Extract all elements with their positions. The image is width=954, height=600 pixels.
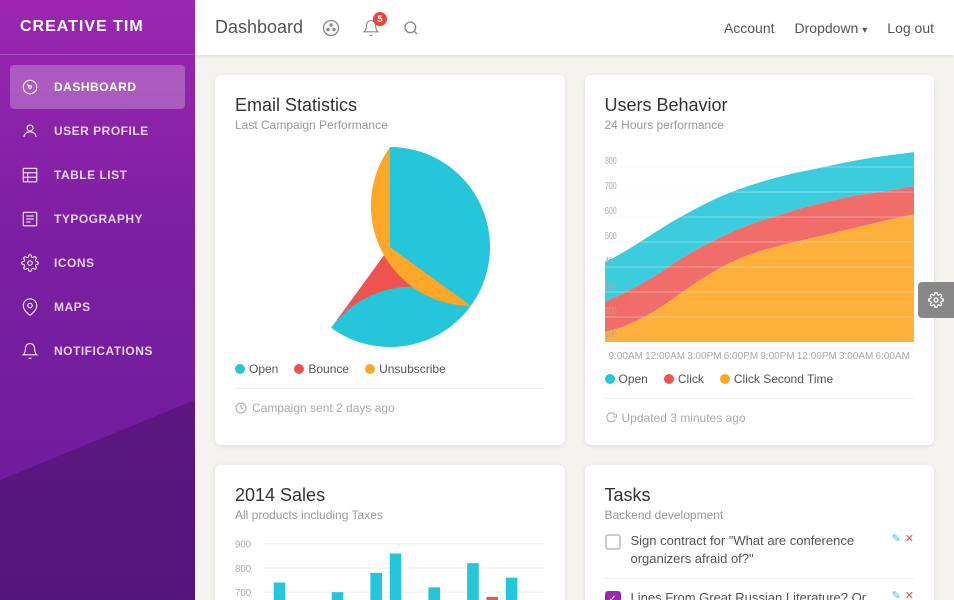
sidebar-item-notifications[interactable]: Notifications bbox=[0, 329, 195, 373]
sales-title: 2014 Sales bbox=[235, 485, 545, 506]
unsubscribe-dot bbox=[365, 364, 375, 374]
svg-text:600: 600 bbox=[605, 205, 617, 217]
bounce-dot bbox=[294, 364, 304, 374]
task-1-edit-button[interactable]: ✎ bbox=[892, 532, 901, 545]
svg-text:700: 700 bbox=[605, 180, 617, 192]
users-behavior-footer: Updated 3 minutes ago bbox=[605, 398, 915, 425]
svg-text:500: 500 bbox=[605, 230, 617, 242]
click-second-dot bbox=[720, 374, 730, 384]
pie-chart bbox=[235, 147, 545, 347]
task-item-2: Lines From Great Russian Literature? Or … bbox=[605, 579, 915, 600]
topbar-right: Account Dropdown ▾ Log out bbox=[724, 20, 934, 36]
content-row-2: 2014 Sales All products including Taxes … bbox=[215, 465, 934, 600]
users-behavior-subtitle: 24 Hours performance bbox=[605, 118, 915, 132]
email-stats-subtitle: Last Campaign Performance bbox=[235, 118, 545, 132]
page-title: Dashboard bbox=[215, 17, 303, 38]
task-1-text: Sign contract for "What are conference o… bbox=[631, 532, 882, 568]
legend-open-area: Open bbox=[605, 372, 648, 386]
tasks-card: Tasks Backend development Sign contract … bbox=[585, 465, 935, 600]
svg-text:900: 900 bbox=[235, 540, 251, 551]
palette-button[interactable] bbox=[315, 12, 347, 44]
account-link[interactable]: Account bbox=[724, 20, 775, 36]
task-2-text: Lines From Great Russian Literature? Or … bbox=[631, 589, 882, 600]
bell-icon bbox=[20, 341, 40, 361]
notification-badge: 5 bbox=[373, 12, 387, 26]
sales-card: 2014 Sales All products including Taxes … bbox=[215, 465, 565, 600]
legend-unsubscribe: Unsubscribe bbox=[365, 362, 446, 376]
content-row-1: Email Statistics Last Campaign Performan… bbox=[215, 75, 934, 445]
gear-icon bbox=[20, 253, 40, 273]
typography-icon bbox=[20, 209, 40, 229]
sidebar-item-dashboard[interactable]: Dashboard bbox=[10, 65, 185, 109]
settings-button[interactable] bbox=[918, 282, 954, 318]
sidebar-logo: CREATIVE TIM bbox=[0, 0, 195, 55]
pie-legend: Open Bounce Unsubscribe bbox=[235, 362, 545, 376]
task-2-actions: ✎ ✕ bbox=[892, 589, 914, 600]
svg-text:300: 300 bbox=[605, 280, 617, 292]
bar-chart: 900 800 700 600 bbox=[235, 532, 545, 600]
task-item-1: Sign contract for "What are conference o… bbox=[605, 522, 915, 579]
open-dot bbox=[235, 364, 245, 374]
svg-text:200: 200 bbox=[605, 305, 617, 317]
dashboard-icon bbox=[20, 77, 40, 97]
email-stats-card: Email Statistics Last Campaign Performan… bbox=[215, 75, 565, 445]
email-stats-footer: Campaign sent 2 days ago bbox=[235, 388, 545, 415]
search-button[interactable] bbox=[395, 12, 427, 44]
sidebar-item-user-profile[interactable]: User Profile bbox=[0, 109, 195, 153]
notifications-button[interactable]: 5 bbox=[355, 12, 387, 44]
main-area: Dashboard 5 Account Dropdown ▾ Log out bbox=[195, 0, 954, 600]
location-icon bbox=[20, 297, 40, 317]
legend-bounce: Bounce bbox=[294, 362, 349, 376]
sidebar-item-table-list[interactable]: Table List bbox=[0, 153, 195, 197]
task-1-checkbox[interactable] bbox=[605, 534, 621, 550]
sidebar-nav: Dashboard User Profile Table List Typogr… bbox=[0, 55, 195, 600]
x-axis-labels: 9:00AM 12:00AM 3:00PM 6:00PM 9:00PM 12:0… bbox=[605, 351, 915, 362]
task-1-actions: ✎ ✕ bbox=[892, 532, 914, 545]
click-dot bbox=[664, 374, 674, 384]
svg-text:700: 700 bbox=[235, 588, 251, 599]
task-1-delete-button[interactable]: ✕ bbox=[905, 532, 914, 545]
legend-click: Click bbox=[664, 372, 704, 386]
svg-text:800: 800 bbox=[235, 564, 251, 575]
users-behavior-card: Users Behavior 24 Hours performance bbox=[585, 75, 935, 445]
users-behavior-title: Users Behavior bbox=[605, 95, 915, 116]
svg-text:400: 400 bbox=[605, 255, 617, 267]
dropdown-arrow-icon: ▾ bbox=[862, 25, 867, 36]
open-area-dot bbox=[605, 374, 615, 384]
area-chart: 800 700 600 500 400 300 200 100 9:00AM 1… bbox=[605, 142, 915, 362]
sidebar: CREATIVE TIM Dashboard User Profile Tabl… bbox=[0, 0, 195, 600]
tasks-title: Tasks bbox=[605, 485, 915, 506]
legend-open: Open bbox=[235, 362, 278, 376]
sidebar-item-icons[interactable]: Icons bbox=[0, 241, 195, 285]
sidebar-item-typography[interactable]: Typography bbox=[0, 197, 195, 241]
email-stats-title: Email Statistics bbox=[235, 95, 545, 116]
svg-text:800: 800 bbox=[605, 155, 617, 167]
sidebar-item-maps[interactable]: Maps bbox=[0, 285, 195, 329]
sales-subtitle: All products including Taxes bbox=[235, 508, 545, 522]
dropdown-link[interactable]: Dropdown ▾ bbox=[795, 20, 868, 36]
area-legend: Open Click Click Second Time bbox=[605, 372, 915, 386]
table-icon bbox=[20, 165, 40, 185]
topbar-icons: 5 bbox=[315, 12, 427, 44]
task-2-delete-button[interactable]: ✕ bbox=[905, 589, 914, 600]
person-icon bbox=[20, 121, 40, 141]
content-area: Email Statistics Last Campaign Performan… bbox=[195, 55, 954, 600]
legend-click-second: Click Second Time bbox=[720, 372, 833, 386]
topbar-header: Dashboard 5 Account Dropdown ▾ Log out bbox=[195, 0, 954, 55]
logout-link[interactable]: Log out bbox=[887, 20, 934, 36]
svg-text:100: 100 bbox=[605, 328, 617, 340]
task-2-edit-button[interactable]: ✎ bbox=[892, 589, 901, 600]
tasks-subtitle: Backend development bbox=[605, 508, 915, 522]
task-2-checkbox[interactable] bbox=[605, 591, 621, 600]
